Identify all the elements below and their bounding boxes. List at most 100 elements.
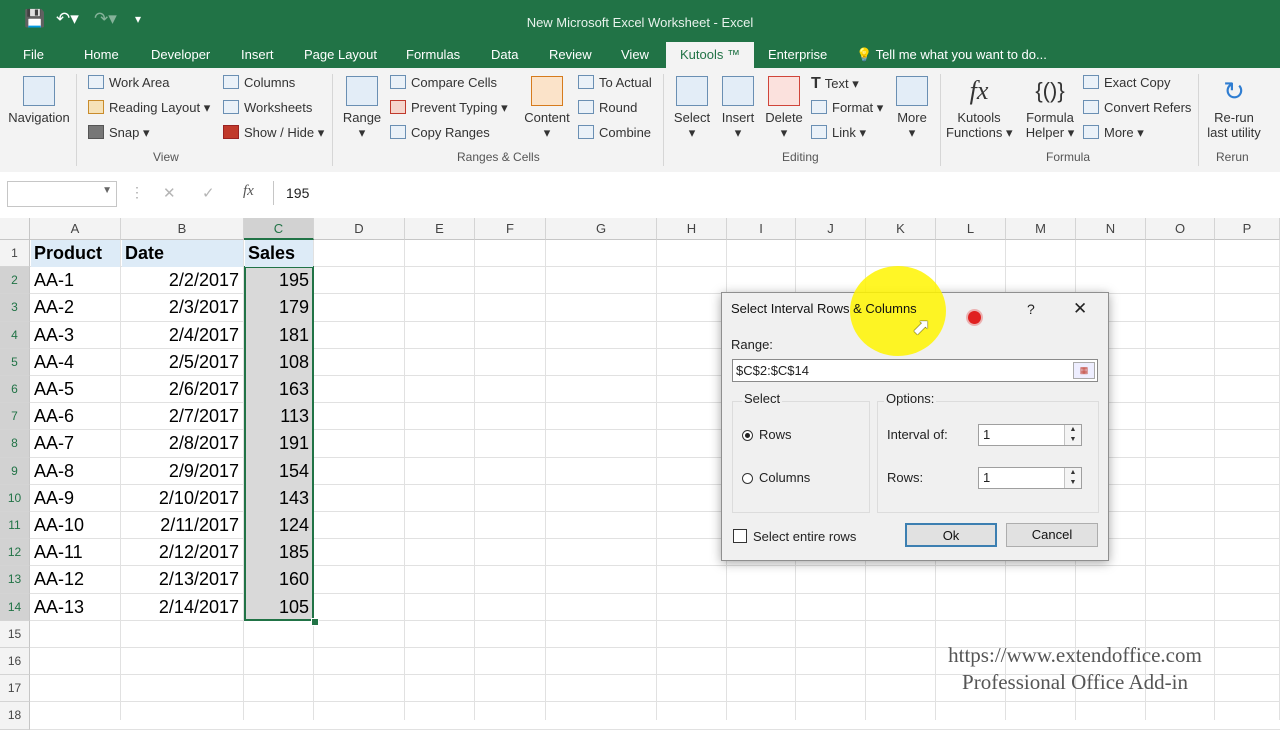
range-picker-icon[interactable]: ▦ [1073,362,1095,379]
row-header-14[interactable]: 14 [0,593,30,621]
interval-spinner[interactable]: 1 ▲ ▼ [978,424,1082,446]
table-cell[interactable]: AA-6 [31,403,120,430]
column-header-k[interactable]: K [866,218,936,240]
column-header-h[interactable]: H [657,218,727,240]
column-header-f[interactable]: F [475,218,546,240]
name-box-dropdown-icon[interactable]: ▼ [102,185,112,196]
rows-count-spinner[interactable]: 1 ▲ ▼ [978,467,1082,489]
worksheets-button[interactable]: Worksheets [223,100,312,115]
more-formula-button[interactable]: More ▾ [1083,125,1144,141]
header-cell[interactable]: Date [122,240,243,267]
round-button[interactable]: Round [578,100,637,115]
table-cell[interactable]: AA-3 [31,322,120,349]
navigation-button[interactable]: Navigation [6,76,72,125]
combine-button[interactable]: Combine [578,125,651,140]
format-button[interactable]: Format ▾ [811,100,883,116]
fill-handle[interactable] [311,618,319,626]
table-cell[interactable]: 160 [245,566,313,593]
select-entire-rows-checkbox[interactable]: Select entire rows [733,529,856,544]
link-button[interactable]: Link ▾ [811,125,866,141]
column-header-c[interactable]: C [244,218,314,240]
text-button[interactable]: T Text ▾ [811,75,859,93]
column-header-p[interactable]: P [1215,218,1280,240]
spinner-arrows-icon[interactable]: ▲ ▼ [1064,425,1081,445]
more-editing-button[interactable]: More ▾ [890,76,934,141]
row-header-9[interactable]: 9 [0,457,30,485]
columns-radio[interactable]: Columns [742,470,810,485]
column-header-d[interactable]: D [314,218,405,240]
table-cell[interactable]: AA-1 [31,267,120,294]
table-cell[interactable]: AA-8 [31,458,120,485]
spinner-arrows-icon[interactable]: ▲ ▼ [1064,468,1081,488]
rerun-last-utility-button[interactable]: ↻ Re-run last utility [1204,76,1264,140]
formula-helper-button[interactable]: {()} Formula Helper ▾ [1020,76,1080,141]
tab-enterprise[interactable]: Enterprise [768,42,827,68]
header-cell[interactable]: Product [31,240,120,267]
table-cell[interactable]: 179 [245,294,313,321]
show-hide-button[interactable]: Show / Hide ▾ [223,125,324,141]
table-cell[interactable]: 143 [245,485,313,512]
table-cell[interactable]: 163 [245,376,313,403]
row-header-12[interactable]: 12 [0,539,30,567]
tab-developer[interactable]: Developer [151,42,210,68]
range-button[interactable]: Range ▾ [340,76,384,141]
copy-ranges-button[interactable]: Copy Ranges [390,125,490,140]
row-header-5[interactable]: 5 [0,348,30,376]
table-cell[interactable]: 2/9/2017 [122,458,243,485]
table-cell[interactable]: 2/5/2017 [122,349,243,376]
help-button[interactable]: ? [1027,301,1035,317]
column-header-g[interactable]: G [546,218,657,240]
table-cell[interactable]: 2/7/2017 [122,403,243,430]
insert-button[interactable]: Insert ▾ [716,76,760,141]
row-header-2[interactable]: 2 [0,267,30,295]
table-cell[interactable]: 185 [245,539,313,566]
kutools-functions-button[interactable]: fx Kutools Functions ▾ [946,76,1013,141]
table-cell[interactable]: 2/3/2017 [122,294,243,321]
content-button[interactable]: Content ▾ [522,76,572,141]
reading-layout-button[interactable]: Reading Layout ▾ [88,100,210,116]
row-header-10[interactable]: 10 [0,484,30,512]
table-cell[interactable]: 2/6/2017 [122,376,243,403]
select-button[interactable]: Select ▾ [670,76,714,141]
column-header-a[interactable]: A [30,218,121,240]
column-header-o[interactable]: O [1146,218,1215,240]
tab-view[interactable]: View [621,42,649,68]
tab-home[interactable]: Home [84,42,119,68]
table-cell[interactable]: 2/12/2017 [122,539,243,566]
cancel-x-icon[interactable]: ✕ [163,184,176,202]
table-cell[interactable]: 2/4/2017 [122,322,243,349]
table-cell[interactable]: 2/11/2017 [122,512,243,539]
column-header-n[interactable]: N [1076,218,1146,240]
table-cell[interactable]: AA-5 [31,376,120,403]
tab-review[interactable]: Review [549,42,592,68]
column-header-b[interactable]: B [121,218,244,240]
row-header-11[interactable]: 11 [0,512,30,540]
insert-function-icon[interactable]: fx [243,183,254,200]
rows-radio[interactable]: Rows [742,427,792,442]
header-cell[interactable]: Sales [245,240,313,267]
row-header-3[interactable]: 3 [0,294,30,322]
select-all-corner[interactable] [0,218,30,240]
table-cell[interactable]: AA-2 [31,294,120,321]
table-cell[interactable]: AA-13 [31,594,120,621]
tab-page-layout[interactable]: Page Layout [304,42,377,68]
exact-copy-button[interactable]: Exact Copy [1083,75,1170,90]
table-cell[interactable]: AA-4 [31,349,120,376]
prevent-typing-button[interactable]: Prevent Typing ▾ [390,100,508,116]
table-cell[interactable]: AA-7 [31,430,120,457]
formula-input[interactable]: 195 [273,181,1280,205]
table-cell[interactable]: 2/8/2017 [122,430,243,457]
table-cell[interactable]: AA-10 [31,512,120,539]
name-box[interactable]: ▼ [7,181,117,207]
row-header-6[interactable]: 6 [0,376,30,404]
range-input[interactable]: $C$2:$C$14 ▦ [732,359,1098,382]
column-header-m[interactable]: M [1006,218,1076,240]
compare-cells-button[interactable]: Compare Cells [390,75,497,90]
row-header-8[interactable]: 8 [0,430,30,458]
table-cell[interactable]: AA-11 [31,539,120,566]
cancel-button[interactable]: Cancel [1006,523,1098,547]
row-header-1[interactable]: 1 [0,240,30,268]
work-area-button[interactable]: Work Area [88,75,169,90]
row-header-16[interactable]: 16 [0,648,30,676]
column-header-j[interactable]: J [796,218,866,240]
